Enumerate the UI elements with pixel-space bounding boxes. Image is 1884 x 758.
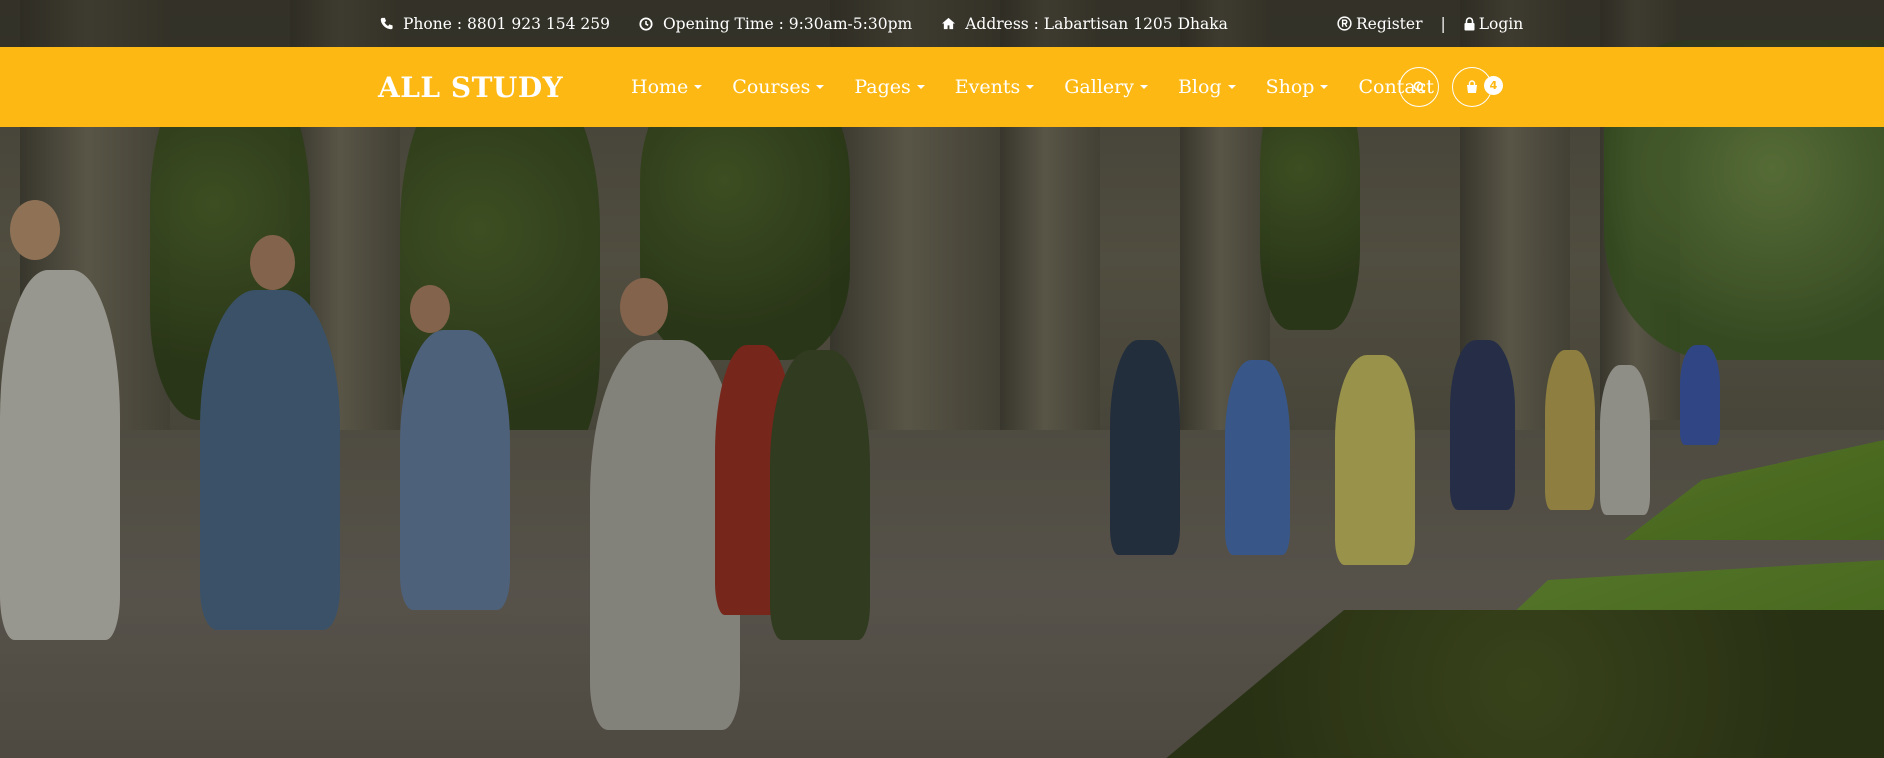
clock-icon: [638, 16, 654, 32]
menu-item-label: Blog: [1177, 76, 1222, 98]
menu-item-label: Shop: [1265, 76, 1315, 98]
caret-down-icon: [1026, 85, 1035, 89]
caret-down-icon: [694, 85, 703, 89]
address-text: Address : Labartisan 1205 Dhaka: [965, 14, 1228, 33]
menu-item-shop[interactable]: Shop: [1266, 76, 1329, 98]
login-text: Login: [1478, 14, 1524, 33]
menu-item-home[interactable]: Home: [631, 76, 703, 98]
menu-item-label: Courses: [732, 76, 811, 98]
menu-item-label: Gallery: [1064, 76, 1134, 98]
site-logo[interactable]: ALL STUDY: [378, 47, 563, 127]
login-link[interactable]: Login: [1464, 14, 1524, 33]
auth-links: Register | Login: [1336, 0, 1523, 47]
search-button[interactable]: [1399, 67, 1439, 107]
menu-item-blog[interactable]: Blog: [1178, 76, 1236, 98]
menu-item-gallery[interactable]: Gallery: [1064, 76, 1148, 98]
caret-down-icon: [1227, 85, 1236, 89]
menu-item-events[interactable]: Events: [954, 76, 1035, 98]
caret-down-icon: [1139, 85, 1148, 89]
register-link[interactable]: Register: [1336, 15, 1423, 33]
phone-icon: [378, 16, 394, 32]
address-info: Address : Labartisan 1205 Dhaka: [940, 15, 1228, 33]
cart-count-badge: 4: [1484, 76, 1503, 95]
home-icon: [940, 16, 956, 32]
auth-separator: |: [1440, 14, 1446, 33]
caret-down-icon: [916, 85, 925, 89]
main-navbar: ALL STUDY Home Courses Pages Events Gall…: [0, 47, 1884, 127]
menu-item-courses[interactable]: Courses: [732, 76, 825, 98]
registered-icon: [1336, 16, 1352, 32]
menu-item-label: Pages: [854, 76, 911, 98]
caret-down-icon: [1320, 85, 1329, 89]
top-info-bar: Phone : 8801 923 154 259 Opening Time : …: [0, 0, 1884, 47]
register-text: Register: [1356, 14, 1423, 33]
phone-text: Phone : 8801 923 154 259: [403, 14, 610, 33]
main-menu: Home Courses Pages Events Gallery Blog S…: [631, 47, 1464, 127]
opening-time-text: Opening Time : 9:30am-5:30pm: [662, 14, 913, 33]
menu-item-pages[interactable]: Pages: [854, 76, 925, 98]
search-icon: [1413, 81, 1426, 94]
contact-info: Phone : 8801 923 154 259 Opening Time : …: [378, 0, 1256, 47]
shopping-bag-icon: [1465, 80, 1479, 94]
lock-icon: [1464, 16, 1476, 32]
phone-info: Phone : 8801 923 154 259: [378, 15, 610, 33]
menu-item-label: Events: [954, 76, 1021, 98]
menu-item-label: Home: [631, 76, 689, 98]
caret-down-icon: [816, 85, 825, 89]
opening-time-info: Opening Time : 9:30am-5:30pm: [638, 15, 912, 33]
